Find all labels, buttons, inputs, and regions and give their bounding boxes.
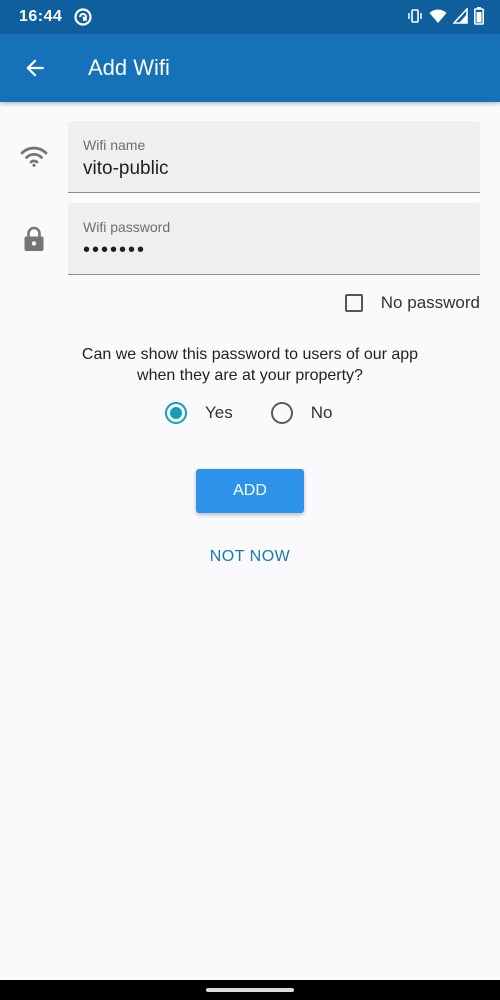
lock-icon: [24, 226, 44, 251]
status-bar: 16:44: [0, 0, 500, 34]
status-icons: [407, 7, 484, 25]
wifi-name-field[interactable]: Wifi name vito-public: [68, 121, 480, 193]
home-gesture-handle[interactable]: [206, 988, 294, 992]
status-time: 16:44: [19, 8, 63, 25]
no-password-label: No password: [380, 293, 480, 312]
not-now-button[interactable]: NOT NOW: [0, 548, 500, 566]
wifi-name-label: Wifi name: [83, 137, 146, 153]
radio-option-no[interactable]: No: [270, 402, 333, 424]
share-radio-group: Yes No: [165, 402, 332, 424]
share-question: Can we show this password to users of ou…: [0, 344, 500, 386]
radio-no[interactable]: [270, 402, 293, 424]
app-bar: Add Wifi: [0, 34, 500, 102]
arrow-back-icon[interactable]: [22, 55, 48, 81]
wifi-password-value[interactable]: •••••••: [83, 239, 146, 262]
radio-option-yes[interactable]: Yes: [165, 402, 233, 424]
vibrate-icon: [408, 9, 422, 23]
page-title: Add Wifi: [88, 55, 170, 80]
wifi-name-value[interactable]: vito-public: [83, 158, 169, 180]
app-notification-icon: [74, 8, 92, 26]
radio-yes[interactable]: [165, 402, 187, 424]
wifi-password-label: Wifi password: [83, 219, 171, 235]
share-question-line-1: Can we show this password to users of ou…: [81, 346, 419, 363]
share-question-line-2: when they are at your property?: [137, 367, 363, 384]
radio-no-label: No: [310, 403, 333, 422]
wifi-icon: [429, 9, 447, 23]
wifi-icon: [20, 146, 48, 167]
navigation-bar: [0, 980, 500, 1000]
no-password-checkbox[interactable]: [344, 294, 363, 312]
battery-icon: [474, 7, 484, 25]
add-button[interactable]: ADD: [196, 469, 304, 513]
wifi-password-field[interactable]: Wifi password •••••••: [68, 203, 480, 275]
signal-icon: [453, 8, 468, 24]
radio-yes-label: Yes: [205, 403, 233, 422]
no-password-option[interactable]: No password: [344, 293, 480, 313]
